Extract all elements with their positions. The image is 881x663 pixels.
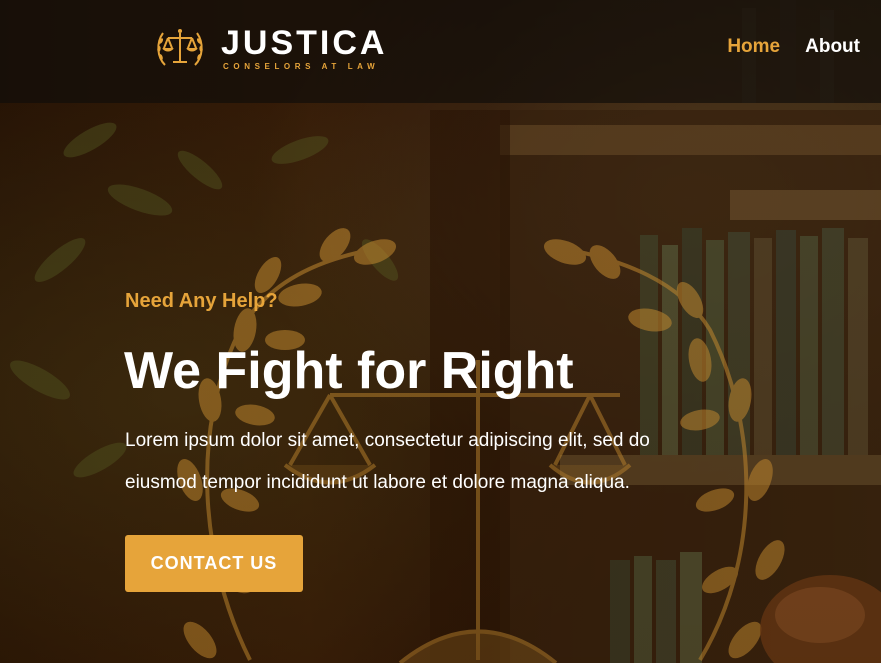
nav-item-home[interactable]: Home [727,36,780,58]
hero-eyebrow: Need Any Help? [125,290,278,312]
brand-text: JUSTICA CONSELORS AT LAW [221,25,387,71]
main-nav: Home About [727,36,860,58]
hero-headline: We Fight for Right [124,342,574,400]
brand-logo[interactable]: JUSTICA CONSELORS AT LAW [153,20,387,76]
brand-name: JUSTICA [221,24,388,62]
scales-of-justice-icon [157,29,203,66]
brand-tagline: CONSELORS AT LAW [223,62,380,71]
nav-item-about[interactable]: About [805,36,860,58]
hero-description: Lorem ipsum dolor sit amet, consectetur … [125,430,650,493]
contact-us-button[interactable]: CONTACT US [125,535,303,592]
navbar: JUSTICA CONSELORS AT LAW Home About [0,0,881,103]
